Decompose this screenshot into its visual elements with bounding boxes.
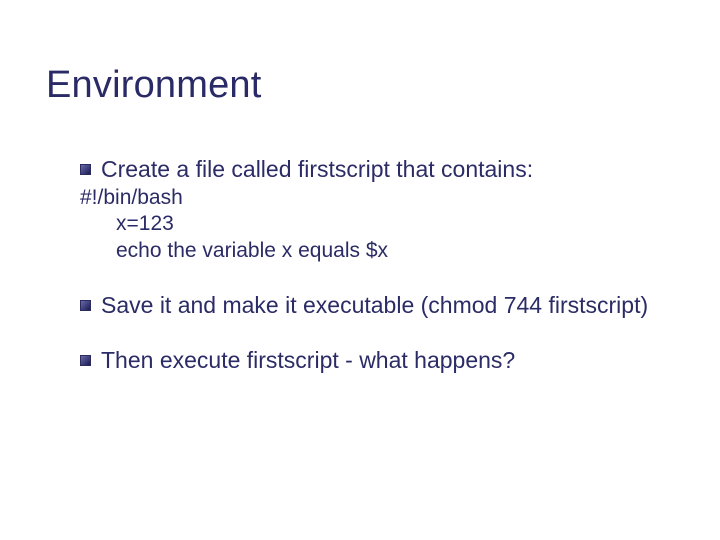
code-line: echo the variable x equals $x <box>80 238 660 264</box>
code-line: #!/bin/bash <box>80 185 660 211</box>
code-line: x=123 <box>80 211 660 237</box>
list-item: Create a file called firstscript that co… <box>80 156 660 183</box>
slide: Environment Create a file called firstsc… <box>0 0 720 540</box>
list-item: Then execute firstscript - what happens? <box>80 347 660 374</box>
list-item-text: Create a file called firstscript that co… <box>101 156 533 183</box>
slide-body: Create a file called firstscript that co… <box>80 150 660 374</box>
code-block: #!/bin/bash x=123 echo the variable x eq… <box>80 185 660 264</box>
bullet-icon <box>80 355 91 366</box>
slide-title: Environment <box>46 64 262 107</box>
bullet-icon <box>80 164 91 175</box>
list-item-text: Save it and make it executable (chmod 74… <box>101 292 648 319</box>
list-item-text: Then execute firstscript - what happens? <box>101 347 515 374</box>
list-item: Save it and make it executable (chmod 74… <box>80 292 660 319</box>
bullet-icon <box>80 300 91 311</box>
